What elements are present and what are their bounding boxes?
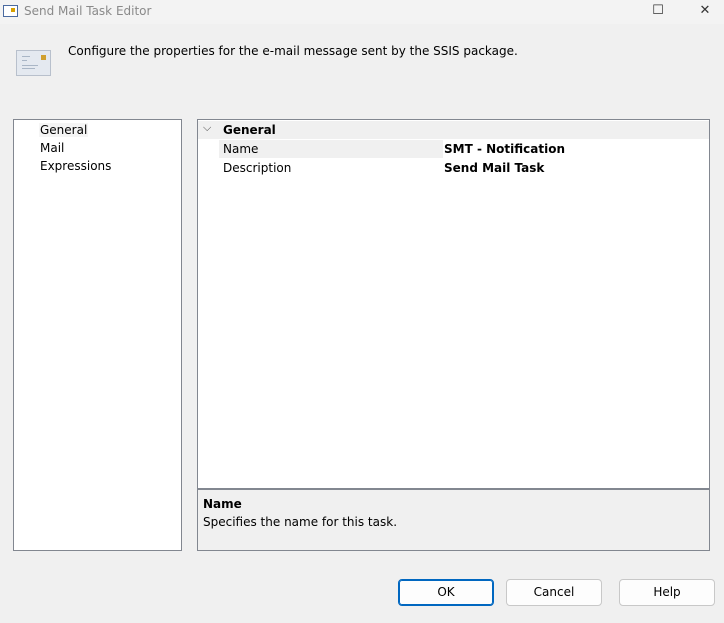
- nav-item-general[interactable]: General: [39, 123, 89, 137]
- property-row-description[interactable]: Description Send Mail Task: [219, 159, 709, 178]
- cancel-button[interactable]: Cancel: [506, 579, 602, 606]
- nav-item-expressions[interactable]: Expressions: [39, 159, 112, 173]
- ok-button[interactable]: OK: [398, 579, 494, 606]
- property-row-name[interactable]: Name SMT - Notification: [219, 140, 709, 159]
- nav-item-mail[interactable]: Mail: [39, 141, 65, 155]
- nav-list: General Mail Expressions: [13, 119, 182, 551]
- envelope-icon: [16, 50, 51, 76]
- property-grid: ⌵ General Name SMT - Notification Descri…: [197, 119, 710, 489]
- property-description-panel: Name Specifies the name for this task.: [197, 489, 710, 551]
- chevron-down-icon[interactable]: ⌵: [203, 121, 211, 135]
- property-name: Name: [219, 140, 443, 158]
- description-title: Name: [203, 497, 242, 511]
- description-text: Specifies the name for this task.: [203, 515, 398, 529]
- close-button[interactable]: ✕: [682, 0, 724, 24]
- property-name: Description: [223, 161, 292, 175]
- maximize-button[interactable]: ☐: [635, 0, 681, 24]
- property-value[interactable]: SMT - Notification: [444, 140, 709, 158]
- mail-app-icon: [3, 5, 18, 17]
- property-value[interactable]: Send Mail Task: [444, 159, 709, 177]
- category-general[interactable]: ⌵ General: [198, 121, 709, 139]
- title-bar: Send Mail Task Editor ☐ ✕: [0, 0, 724, 24]
- header-description: Configure the properties for the e-mail …: [68, 44, 518, 58]
- window-title: Send Mail Task Editor: [24, 4, 152, 18]
- help-button[interactable]: Help: [619, 579, 715, 606]
